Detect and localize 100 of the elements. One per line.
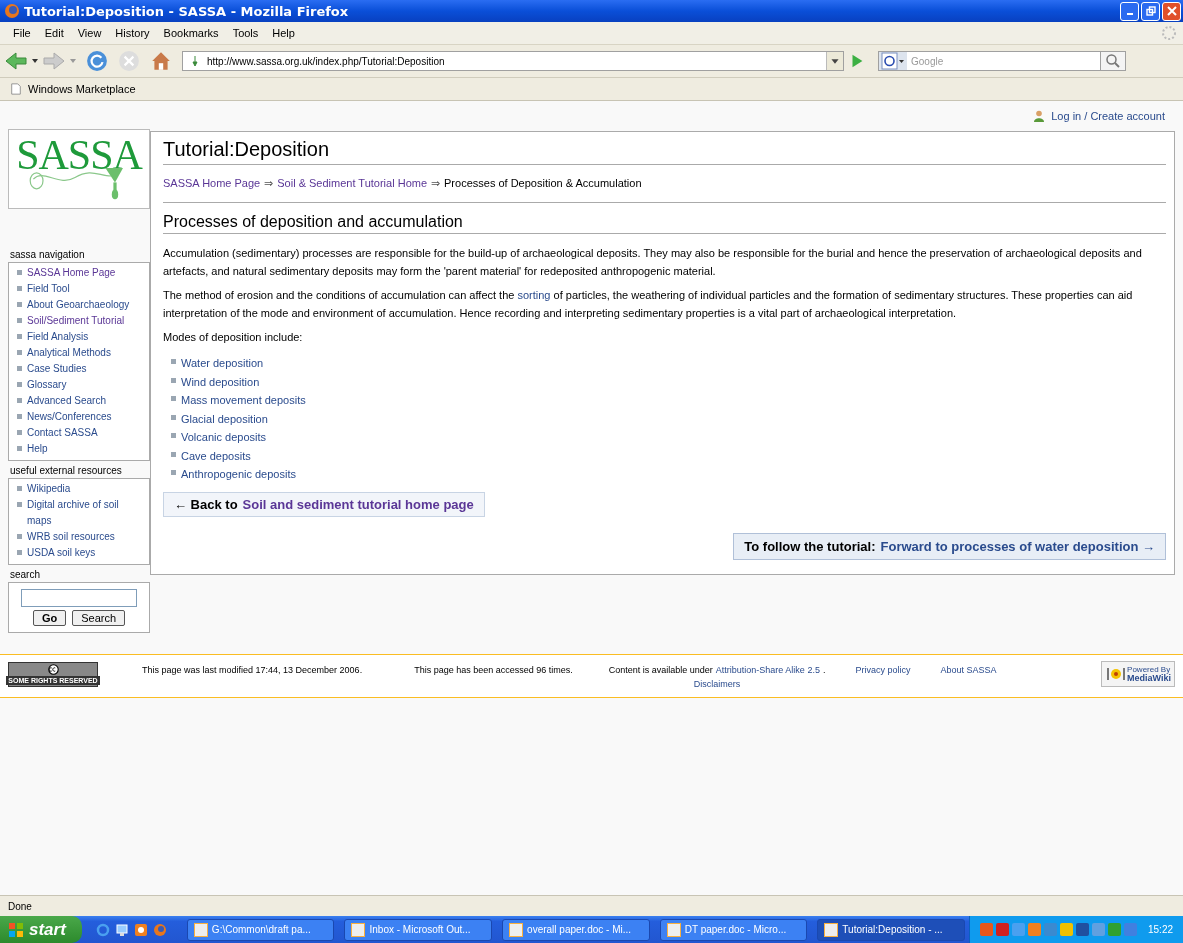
address-field[interactable]: http://www.sassa.org.uk/index.php/Tutorial:Deposition — [182, 51, 844, 71]
sidebar-link[interactable]: Glossary — [27, 377, 67, 393]
app-icon — [509, 922, 524, 937]
sidebar-heading: sassa navigation — [9, 249, 86, 262]
logo[interactable]: SASSA — [8, 129, 150, 209]
bullet-icon — [17, 398, 22, 403]
privacy-link[interactable]: Privacy policy — [855, 665, 911, 675]
sorting-link[interactable]: sorting — [517, 289, 551, 301]
bullet-icon — [17, 534, 22, 539]
sidebar-link[interactable]: Help — [27, 441, 48, 457]
license-text: Content is available under — [608, 665, 713, 675]
breadcrumb-link[interactable]: SASSA Home Page — [163, 177, 261, 190]
taskbar-button[interactable]: DT paper.doc - Micro... — [659, 918, 808, 941]
mode-link[interactable]: Cave deposits — [181, 446, 251, 465]
search-button[interactable]: Go — [32, 610, 67, 626]
sidebar-link[interactable]: WRB soil resources — [27, 529, 115, 545]
search-field[interactable]: Google — [907, 51, 1100, 71]
close-button[interactable] — [1162, 1, 1181, 21]
dropdown-icon[interactable] — [826, 52, 843, 70]
menu-item[interactable]: File — [6, 27, 38, 39]
sidebar-link[interactable]: Field Tool — [27, 281, 70, 297]
sidebar-link[interactable]: About Geoarchaeology — [27, 297, 130, 313]
sidebar-link[interactable]: Analytical Methods — [27, 345, 111, 361]
sidebar-link[interactable]: News/Conferences — [27, 409, 112, 425]
taskbar-button[interactable]: Tutorial:Deposition - ... — [817, 918, 965, 941]
modified-text: This page was last modified 17:44, 13 December 2006. — [142, 665, 363, 675]
sidebar-link[interactable]: Case Studies — [27, 361, 87, 377]
start-button[interactable]: start — [0, 916, 82, 943]
desktop-icon[interactable] — [114, 922, 129, 937]
bullet-icon — [17, 502, 22, 507]
sidebar-link[interactable]: SASSA Home Page — [27, 265, 116, 281]
bullet-icon — [17, 414, 22, 419]
app-icon — [351, 922, 366, 937]
menu-item[interactable]: Help — [265, 27, 302, 39]
sidebar-link[interactable]: Field Analysis — [27, 329, 89, 345]
search-button[interactable]: Search — [72, 610, 126, 626]
back-link[interactable]: Soil and sediment tutorial home page — [242, 496, 474, 512]
minimize-button[interactable] — [1120, 1, 1139, 21]
throbber-icon — [1161, 25, 1177, 41]
about-link[interactable]: About SASSA — [940, 665, 997, 675]
forward-link[interactable]: Forward to processes of water deposition → — [880, 538, 1155, 554]
menu-item[interactable]: Bookmarks — [156, 27, 226, 39]
mode-link[interactable]: Volcanic deposits — [181, 428, 266, 447]
bullet-icon — [171, 414, 176, 420]
menu-item[interactable]: Tools — [225, 27, 266, 39]
bullet-icon — [171, 377, 176, 383]
login-link[interactable]: Log in / Create account — [1051, 110, 1165, 122]
sidebar-link[interactable]: USDA soil keys — [27, 545, 96, 561]
search-icon[interactable] — [1100, 51, 1126, 71]
license-link[interactable]: Attribution-Share Alike 2.5 — [715, 665, 820, 675]
tray-icon[interactable] — [1060, 923, 1073, 936]
disclaimers-link[interactable]: Disclaimers — [693, 679, 741, 689]
bookmark-item[interactable]: Windows Marketplace — [28, 83, 136, 95]
outlook-icon[interactable] — [133, 922, 148, 937]
arrow-separator: ⇒ — [431, 177, 441, 190]
tray-icon[interactable] — [1076, 923, 1089, 936]
restore-button[interactable] — [1141, 1, 1160, 21]
breadcrumb-link[interactable]: Soil & Sediment Tutorial Home — [277, 177, 428, 190]
mediawiki-text: MediaWiki — [1127, 674, 1171, 683]
paragraph: Modes of deposition include: — [163, 330, 304, 345]
logo-text: SASSA — [16, 134, 142, 176]
bullet-icon — [171, 359, 176, 364]
menu-item[interactable]: Edit — [37, 27, 71, 39]
mediawiki-badge[interactable]: Powered By MediaWiki — [1101, 661, 1175, 687]
taskbar-button[interactable]: G:\Common\draft pa... — [186, 918, 335, 941]
sidebar-link[interactable]: Digital archive of soil maps — [27, 497, 145, 529]
home-icon[interactable] — [150, 50, 172, 72]
mode-link[interactable]: Water deposition — [181, 354, 264, 373]
tray-icon[interactable] — [1028, 923, 1041, 936]
reload-icon[interactable] — [86, 50, 108, 72]
search-input[interactable] — [21, 589, 137, 607]
dropdown-icon[interactable] — [32, 59, 38, 63]
bullet-icon — [17, 334, 22, 339]
taskbar-button[interactable]: overall paper.doc - Mi... — [502, 918, 650, 941]
mode-link[interactable]: Glacial deposition — [181, 409, 268, 428]
taskbar-button[interactable]: Inbox - Microsoft Out... — [344, 918, 493, 941]
sidebar-link[interactable]: Wikipedia — [27, 481, 71, 497]
powered-text: Powered By — [1127, 665, 1171, 674]
paragraph: Accumulation (sedimentary) processes are responsible for the build-up of archaeological deposits. They may also be responsible for the burial and hence the preservation of archaeological deposits and artefacts, and natural sedimentary deposits may form the 'parent material' for redeposited anthropogenic material. — [163, 246, 1143, 279]
sidebar-heading: useful external resources — [9, 465, 123, 478]
mode-link[interactable]: Anthropogenic deposits — [181, 465, 296, 484]
page-title: Tutorial:Deposition — [163, 138, 1166, 165]
status-text: Done — [8, 900, 32, 912]
bullet-icon — [17, 486, 22, 491]
stop-icon[interactable] — [118, 50, 140, 72]
menu-item[interactable]: History — [108, 27, 157, 39]
clock: 15:22 — [1148, 924, 1173, 935]
sidebar-link[interactable]: Contact SASSA — [27, 425, 98, 441]
sidebar-link[interactable]: Soil/Sediment Tutorial — [27, 313, 125, 329]
windows-logo-icon — [8, 921, 24, 938]
page-icon — [10, 83, 22, 95]
tray-icon[interactable] — [996, 923, 1009, 936]
mode-link[interactable]: Mass movement deposits — [181, 391, 306, 410]
sidebar-link[interactable]: Advanced Search — [27, 393, 106, 409]
mode-link[interactable]: Wind deposition — [181, 372, 260, 391]
bullet-icon — [171, 396, 176, 401]
app-icon — [193, 922, 208, 937]
site-icon — [189, 55, 201, 67]
period-text: . — [822, 665, 826, 675]
menu-item[interactable]: View — [70, 27, 109, 39]
